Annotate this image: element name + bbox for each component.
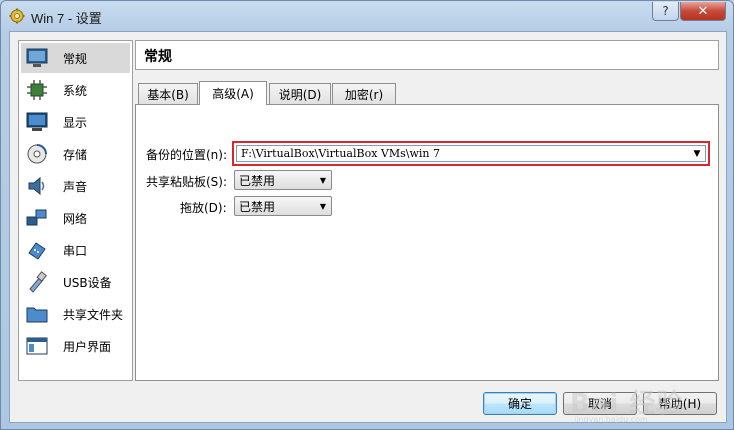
sidebar-item-label: 用户界面 xyxy=(63,339,112,354)
sidebar-item-label: 存储 xyxy=(63,147,88,162)
advanced-tab-panel: 备份的位置(n): F:\VirtualBox\VirtualBox VMs\w… xyxy=(135,104,719,381)
sidebar-item-storage[interactable]: 存储 xyxy=(21,139,130,169)
sidebar-item-usb[interactable]: USB设备 xyxy=(21,267,130,297)
settings-window: Win 7 - 设置 ? ✕ 常规 系统 显示 存储 声音 网络 串口 USB设… xyxy=(0,0,734,430)
chip-icon xyxy=(25,78,49,102)
sidebar-item-label: 常规 xyxy=(63,51,88,66)
sidebar-item-label: 声音 xyxy=(63,179,88,194)
sidebar-item-label: 网络 xyxy=(63,211,88,226)
drag-drop-select[interactable]: 已禁用 ▼ xyxy=(234,196,332,216)
watermark-url: jingyan.baidu.com xyxy=(574,415,648,424)
sidebar-item-system[interactable]: 系统 xyxy=(21,75,130,105)
dialog-client-area: 常规 系统 显示 存储 声音 网络 串口 USB设备 共享文件夹 用户界面 常规… xyxy=(9,31,727,424)
usb-icon xyxy=(25,270,49,294)
network-icon xyxy=(25,206,49,230)
sidebar-item-serial-ports[interactable]: 串口 xyxy=(21,235,130,265)
gear-icon xyxy=(9,8,25,24)
cancel-button[interactable]: 取消 xyxy=(563,392,637,415)
sidebar-item-label: 系统 xyxy=(63,83,88,98)
help-button[interactable]: 帮助(H) xyxy=(643,392,717,415)
snapshot-folder-value: F:\VirtualBox\VirtualBox VMs\win 7 xyxy=(241,147,440,160)
shared-clipboard-value: 已禁用 xyxy=(239,173,276,188)
chevron-down-icon: ▼ xyxy=(319,175,327,185)
sidebar-item-label: 共享文件夹 xyxy=(63,307,124,322)
sidebar-item-general[interactable]: 常规 xyxy=(21,43,130,73)
tab-advanced[interactable]: 高级(A) xyxy=(199,81,267,105)
snapshot-folder-combobox[interactable]: F:\VirtualBox\VirtualBox VMs\win 7 ▼ xyxy=(236,145,706,162)
sidebar-item-display[interactable]: 显示 xyxy=(21,107,130,137)
chevron-down-icon[interactable]: ▼ xyxy=(689,149,705,159)
page-title: 常规 xyxy=(144,49,172,65)
shared-clipboard-label: 共享粘贴板(S): xyxy=(146,175,228,189)
tab-basic[interactable]: 基本(B) xyxy=(138,83,198,104)
window-title: Win 7 - 设置 xyxy=(31,11,102,26)
display-icon xyxy=(25,110,49,134)
sidebar-item-label: 串口 xyxy=(63,243,88,258)
sidebar-item-user-interface[interactable]: 用户界面 xyxy=(21,331,130,361)
monitor-icon xyxy=(25,46,49,70)
sidebar-item-label: 显示 xyxy=(63,115,88,130)
settings-sidebar: 常规 系统 显示 存储 声音 网络 串口 USB设备 共享文件夹 用户界面 xyxy=(18,40,133,381)
ok-button[interactable]: 确定 xyxy=(483,392,557,415)
folder-icon xyxy=(25,302,49,326)
tab-encryption[interactable]: 加密(r) xyxy=(332,83,396,104)
sidebar-item-audio[interactable]: 声音 xyxy=(21,171,130,201)
window-icon xyxy=(25,334,49,358)
snapshot-folder-highlight: F:\VirtualBox\VirtualBox VMs\win 7 ▼ xyxy=(232,141,710,166)
serial-port-icon xyxy=(25,238,49,262)
speaker-icon xyxy=(25,174,49,198)
disk-icon xyxy=(25,142,49,166)
title-help-button[interactable]: ? xyxy=(652,2,679,21)
tab-description[interactable]: 说明(D) xyxy=(269,83,331,104)
shared-clipboard-select[interactable]: 已禁用 ▼ xyxy=(234,170,332,190)
title-bar[interactable]: Win 7 - 设置 ? ✕ xyxy=(1,1,733,31)
drag-drop-value: 已禁用 xyxy=(239,199,276,214)
sidebar-item-label: USB设备 xyxy=(63,275,112,290)
close-button[interactable]: ✕ xyxy=(680,2,726,21)
chevron-down-icon: ▼ xyxy=(319,201,327,211)
snapshot-folder-label: 备份的位置(n): xyxy=(146,148,228,162)
drag-drop-label: 拖放(D): xyxy=(180,201,227,215)
sidebar-item-network[interactable]: 网络 xyxy=(21,203,130,233)
page-header: 常规 xyxy=(135,40,719,70)
sidebar-item-shared-folders[interactable]: 共享文件夹 xyxy=(21,299,130,329)
